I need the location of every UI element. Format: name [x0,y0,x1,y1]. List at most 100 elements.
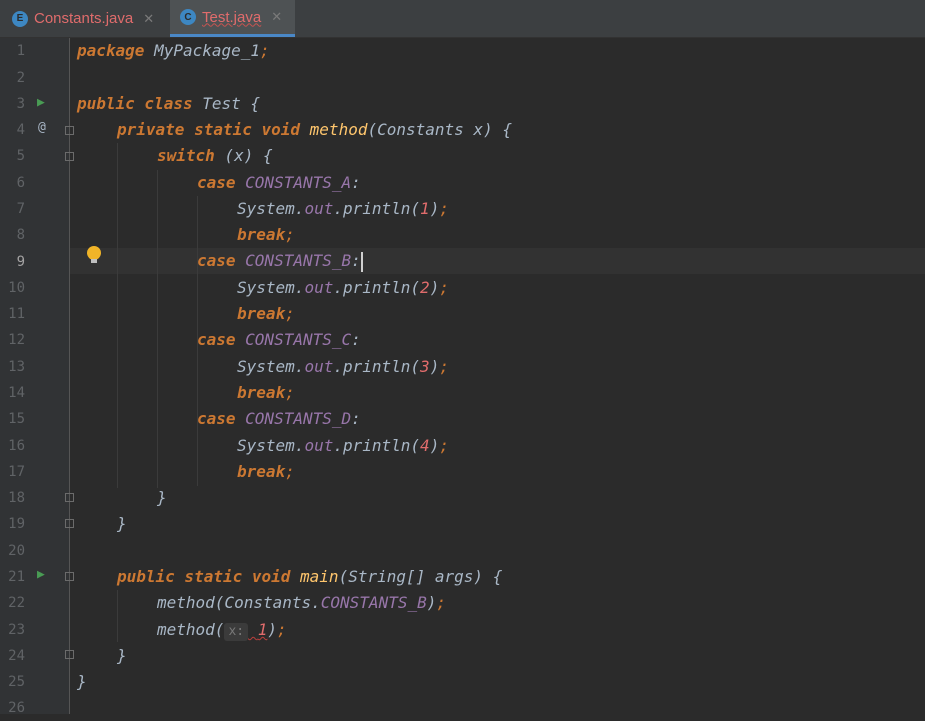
line-number: 11 [8,306,25,322]
paren: ) [429,357,440,376]
code-line-24: } [117,643,127,669]
keyword: private static void [117,120,301,139]
brace: } [117,514,127,533]
call: .println( [333,199,421,218]
semicolon: ; [285,462,295,481]
code-line-19: } [117,511,127,537]
code-line-21: public static void main(String[] args) { [117,564,502,590]
at-override-icon[interactable]: @ [38,121,46,134]
fold-marker-icon[interactable] [65,650,74,659]
line-number: 12 [8,332,25,348]
class-ref: System. [237,357,305,376]
semicolon: ; [439,357,449,376]
semicolon: ; [285,304,295,323]
code-line-9: case CONSTANTS_B: [197,248,363,274]
brace: } [157,488,167,507]
semicolon: ; [439,278,449,297]
line-number: 10 [8,280,25,296]
line-number: 26 [8,700,25,716]
keyword: public class [77,94,193,113]
code-line-23: method(x: 1); [157,617,287,643]
constant: CONSTANTS_B [235,251,352,270]
keyword: package [77,41,145,60]
code-line-17: break; [237,459,295,485]
keyword: case [197,330,236,349]
params: (Constants x) { [367,120,512,139]
paren: ) [426,593,437,612]
tab-constants-java[interactable]: E Constants.java ✕ [0,0,168,37]
fold-marker-icon[interactable] [65,572,74,581]
line-number: 1 [16,43,25,59]
code-line-25: } [77,669,87,695]
lightbulb-icon[interactable] [87,246,101,263]
keyword: case [197,173,236,192]
semicolon: ; [285,225,295,244]
params: (String[] args) { [338,567,503,586]
method-name: method [300,120,368,139]
semicolon: ; [260,41,270,60]
fold-marker-icon[interactable] [65,152,74,161]
close-tab-icon[interactable]: ✕ [271,9,282,25]
code-line-11: break; [237,301,295,327]
method-call: method( [157,620,225,639]
run-arrow-icon[interactable]: ▶ [37,96,45,109]
class-decl: Test { [192,94,261,113]
line-number: 16 [8,438,25,454]
line-number: 18 [8,490,25,506]
line-number: 6 [16,175,25,191]
fold-marker-icon[interactable] [65,519,74,528]
class-ref: System. [237,436,305,455]
class-file-icon: C [180,9,196,25]
code-line-5: switch (x) { [157,143,273,169]
line-number: 13 [8,359,25,375]
keyword: break [237,462,286,481]
constant: CONSTANTS_B [320,593,427,612]
code-line-8: break; [237,222,295,248]
line-number: 20 [8,543,25,559]
colon: : [351,330,361,349]
keyword: case [197,409,236,428]
paren: ) [429,278,440,297]
run-arrow-icon[interactable]: ▶ [37,568,45,581]
code-line-18: } [157,485,167,511]
keyword: case [197,251,236,270]
semicolon: ; [285,383,295,402]
constant: CONSTANTS_D [235,409,352,428]
tab-label: Constants.java [34,10,134,27]
paren: ) [429,436,440,455]
keyword: break [237,225,286,244]
code-line-15: case CONSTANTS_D: [197,406,361,432]
line-number: 14 [8,385,25,401]
parameter-hint: x: [224,623,249,641]
code-line-13: System.out.println(3); [237,354,449,380]
brace: } [117,646,127,665]
line-number: 15 [8,411,25,427]
line-number: 4 [16,122,25,138]
field: out [304,278,334,297]
package-name: MyPackage_1 [144,41,261,60]
code-line-22: method(Constants.CONSTANTS_B); [157,590,446,616]
semicolon: ; [439,436,449,455]
method-name: main [290,567,339,586]
gutter-separator [69,38,70,714]
colon: : [351,409,361,428]
line-number: 8 [16,227,25,243]
line-number-current: 9 [16,254,25,270]
field: out [304,357,334,376]
fold-marker-icon[interactable] [65,493,74,502]
keyword: switch [157,146,215,165]
method-call: method(Constants. [157,593,321,612]
line-number: 17 [8,464,25,480]
code-line-1: package MyPackage_1; [77,38,270,64]
code-line-3: public class Test { [77,91,260,117]
line-number: 21 [8,569,25,585]
number: 1 [420,199,430,218]
paren: ) [429,199,440,218]
keyword: public static void [117,567,291,586]
close-tab-icon[interactable]: ✕ [143,11,154,27]
number: 3 [420,357,430,376]
error-squiggle[interactable]: x: 1 [224,620,267,641]
fold-marker-icon[interactable] [65,126,74,135]
switch-expr: (x) { [214,146,273,165]
tab-test-java[interactable]: C Test.java ✕ [170,0,295,37]
